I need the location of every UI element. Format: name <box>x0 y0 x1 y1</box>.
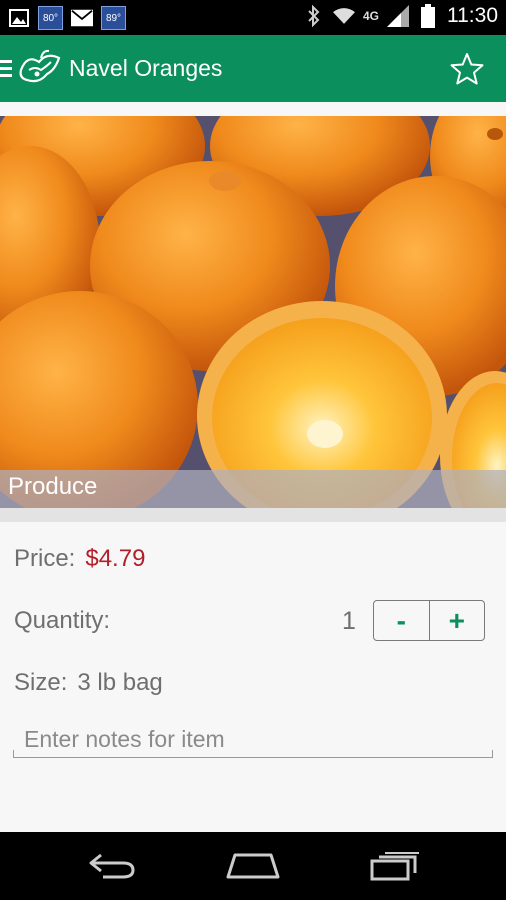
price-value: $4.79 <box>85 545 146 572</box>
page-title: Navel Oranges <box>69 55 223 81</box>
price-label: Price: <box>14 545 76 572</box>
home-icon[interactable] <box>223 848 283 884</box>
temp-badge-2: 89° <box>105 12 122 24</box>
image-icon <box>8 7 30 29</box>
product-image: Produce <box>0 116 506 508</box>
size-row: Size: 3 lb bag <box>14 669 163 697</box>
temp-badge-1: 80° <box>42 12 59 24</box>
size-label: Size: <box>14 669 68 696</box>
decrement-button[interactable]: - <box>374 601 429 640</box>
notes-underline-edge <box>492 750 493 758</box>
notes-underline-edge <box>13 750 14 758</box>
notification-icons: 80° 89° <box>8 6 126 30</box>
weather-temp-icon: 89° <box>101 6 126 30</box>
bluetooth-icon <box>303 5 325 27</box>
status-bar: 80° 89° 4G 11:30 <box>0 0 506 35</box>
hamburger-icon[interactable] <box>0 60 12 78</box>
signal-icon <box>387 5 409 27</box>
weather-temp-icon: 80° <box>38 6 63 30</box>
size-value: 3 lb bag <box>77 669 163 696</box>
category-label: Produce <box>8 473 98 500</box>
clock: 11:30 <box>447 4 498 27</box>
network-type-label: 4G <box>362 9 379 23</box>
brand-logo-icon[interactable] <box>17 48 63 88</box>
increment-button[interactable]: + <box>428 601 485 640</box>
mail-icon <box>71 7 93 29</box>
battery-icon <box>417 4 439 28</box>
wifi-icon <box>332 5 355 27</box>
system-nav-bar <box>0 832 506 900</box>
quantity-value: 1 <box>342 607 356 635</box>
notes-input[interactable] <box>13 720 493 758</box>
back-icon[interactable] <box>82 848 142 884</box>
recents-icon[interactable] <box>365 848 425 884</box>
app-bar: Navel Oranges <box>0 35 506 102</box>
quantity-stepper: - + <box>373 600 485 641</box>
price-row: Price: $4.79 <box>14 545 145 573</box>
system-icons: 4G 11:30 <box>303 4 498 28</box>
favorite-star-icon[interactable] <box>450 52 484 86</box>
quantity-label: Quantity: <box>14 607 111 634</box>
category-banner: Produce <box>0 470 506 508</box>
product-detail: Produce Price: $4.79 Quantity: 1 - + Size… <box>0 102 506 832</box>
divider <box>0 508 506 522</box>
